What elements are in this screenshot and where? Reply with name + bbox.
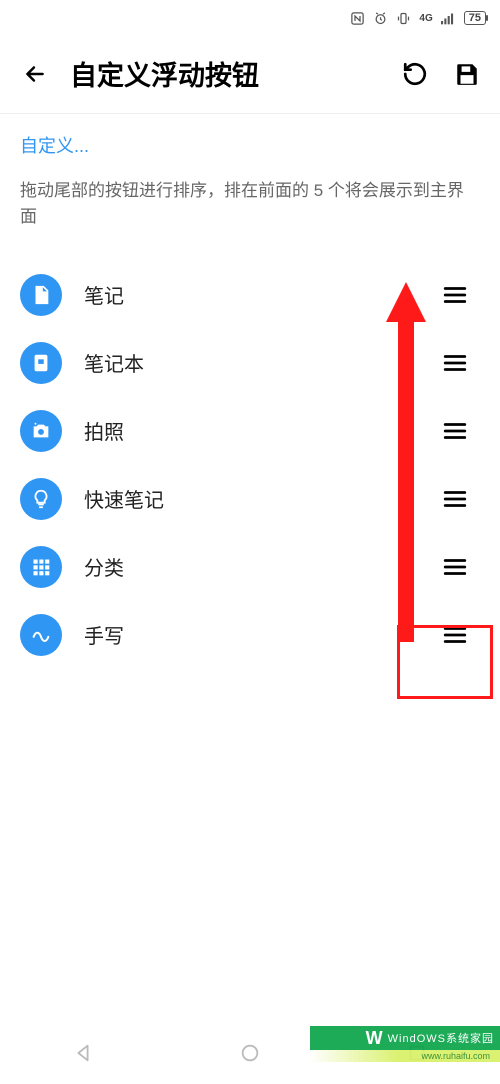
app-header: 自定义浮动按钮 [0,36,500,113]
battery-indicator: 75 [464,11,486,25]
item-label: 分类 [84,552,430,581]
item-label: 手写 [84,620,430,649]
nav-home-button[interactable] [220,1042,280,1064]
item-label: 拍照 [84,416,430,445]
list-item: 快速笔记 [20,465,480,533]
drag-handle-icon[interactable] [430,406,480,456]
camera-icon [20,410,62,452]
squiggle-icon [20,614,62,656]
drag-handle-icon[interactable] [430,270,480,320]
note-icon [20,274,62,316]
content-area: 自定义... 拖动尾部的按钮进行排序，排在前面的 5 个将会展示到主界面 笔记 … [0,114,500,669]
notebook-icon [20,342,62,384]
nfc-icon [350,11,365,26]
item-label: 笔记本 [84,348,430,377]
vibrate-icon [396,11,411,26]
drag-handle-icon[interactable] [430,610,480,660]
list-item: 笔记 [20,261,480,329]
nav-back-button[interactable] [53,1042,113,1064]
list-item: 手写 [20,601,480,669]
nav-recents-button[interactable] [387,1042,447,1064]
grid-icon [20,546,62,588]
status-bar: 4G 75 [0,0,500,36]
page-title: 自定义浮动按钮 [70,54,380,93]
drag-handle-icon[interactable] [430,542,480,592]
customize-link[interactable]: 自定义... [20,132,480,158]
lightbulb-icon [20,478,62,520]
signal-bars-icon [441,12,456,25]
list-item: 笔记本 [20,329,480,397]
back-button[interactable] [18,61,52,87]
item-label: 快速笔记 [84,484,430,513]
list-item: 拍照 [20,397,480,465]
signal-icon: 4G [419,13,432,24]
drag-handle-icon[interactable] [430,474,480,524]
alarm-icon [373,11,388,26]
save-button[interactable] [450,61,484,87]
drag-handle-icon[interactable] [430,338,480,388]
system-nav-bar [0,1022,500,1084]
item-label: 笔记 [84,280,430,309]
refresh-button[interactable] [398,61,432,87]
item-list: 笔记 笔记本 拍照 快 [20,261,480,669]
list-item: 分类 [20,533,480,601]
instruction-text: 拖动尾部的按钮进行排序，排在前面的 5 个将会展示到主界面 [20,178,480,231]
